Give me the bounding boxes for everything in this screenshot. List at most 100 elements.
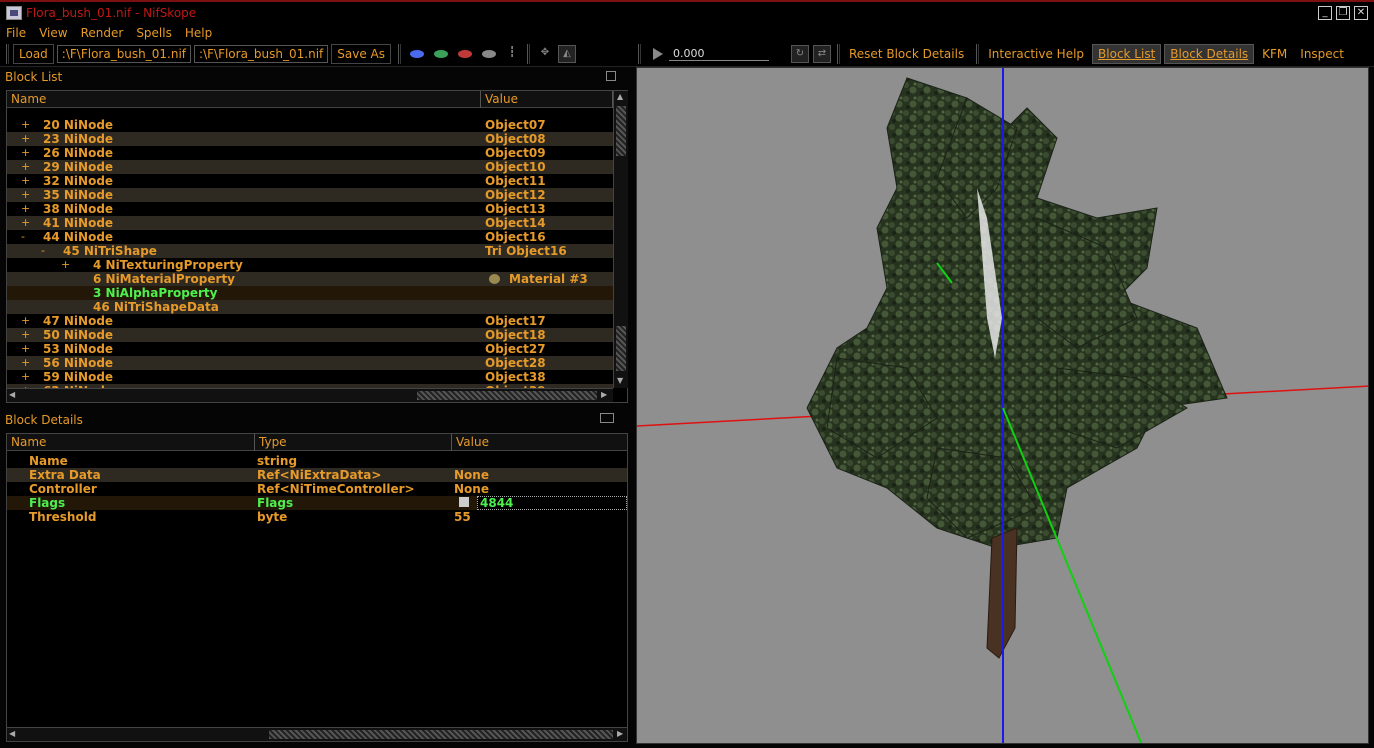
- block-value: Object10: [485, 160, 546, 174]
- block-name: 59 NiNode: [43, 370, 114, 384]
- perspective-icon[interactable]: ◭: [558, 44, 576, 63]
- loop-icon[interactable]: ↻: [791, 44, 809, 63]
- details-row[interactable]: Name string: [7, 454, 627, 468]
- interactive-help-button[interactable]: Interactive Help: [983, 45, 1089, 63]
- view-front-icon[interactable]: [410, 49, 424, 58]
- details-row[interactable]: Threshold byte 55: [7, 510, 627, 524]
- menu-view[interactable]: View: [39, 26, 67, 40]
- menu-render[interactable]: Render: [81, 26, 124, 40]
- block-name: 29 NiNode: [43, 160, 114, 174]
- reset-block-details-button[interactable]: Reset Block Details: [844, 45, 969, 63]
- expand-icon[interactable]: +: [21, 160, 30, 174]
- menu-help[interactable]: Help: [185, 26, 212, 40]
- block-name: 53 NiNode: [43, 342, 114, 356]
- details-row[interactable]: Controller Ref<NiTimeController> None: [7, 482, 627, 496]
- save-as-button[interactable]: Save As: [331, 43, 391, 64]
- block-list-row[interactable]: +59 NiNode Object38: [7, 370, 613, 384]
- details-row[interactable]: Flags Flags 4844: [7, 496, 627, 510]
- block-list-row[interactable]: - 44 NiNode Object16: [7, 230, 613, 244]
- block-list-hscroll[interactable]: ◀ ▶: [7, 388, 613, 402]
- block-list-title: Block List: [5, 70, 63, 84]
- walk-icon[interactable]: ┇: [503, 45, 521, 63]
- block-list-row[interactable]: +35 NiNode Object12: [7, 188, 613, 202]
- view-top-icon[interactable]: [458, 49, 472, 58]
- block-list-row[interactable]: 46 NiTriShapeData: [7, 300, 613, 314]
- block-list-row[interactable]: +23 NiNode Object08: [7, 132, 613, 146]
- view-user-icon[interactable]: [482, 49, 496, 58]
- flags-icon[interactable]: [459, 497, 469, 507]
- details-name: Name: [29, 454, 68, 468]
- load-button[interactable]: Load: [13, 43, 54, 64]
- expand-icon[interactable]: +: [21, 202, 30, 216]
- block-list-row[interactable]: +20 NiNode Object07: [7, 118, 613, 132]
- inspect-button[interactable]: Inspect: [1295, 45, 1349, 63]
- col-value-header[interactable]: Value: [481, 91, 613, 108]
- menu-file[interactable]: File: [6, 26, 26, 40]
- block-list-row[interactable]: 3 NiAlphaProperty: [7, 286, 613, 300]
- expand-icon[interactable]: +: [21, 146, 30, 160]
- block-list-row[interactable]: - 45 NiTriShape Tri Object16: [7, 244, 613, 258]
- block-name: 45 NiTriShape: [63, 244, 157, 258]
- save-path-input[interactable]: :\F\Flora_bush_01.nif: [194, 44, 329, 63]
- switch-icon[interactable]: ⇄: [813, 44, 831, 63]
- block-list-row[interactable]: +53 NiNode Object27: [7, 342, 613, 356]
- col-name-header[interactable]: Name: [7, 91, 481, 108]
- menu-spells[interactable]: Spells: [136, 26, 172, 40]
- expand-icon[interactable]: +: [21, 174, 30, 188]
- details-value[interactable]: 4844: [477, 496, 627, 510]
- block-list-vscroll[interactable]: ▲ ▼: [613, 91, 628, 388]
- block-list-row[interactable]: +41 NiNode Object14: [7, 216, 613, 230]
- block-list-row[interactable]: +47 NiNode Object17: [7, 314, 613, 328]
- details-col-name[interactable]: Name: [7, 434, 255, 451]
- block-list-row[interactable]: 6 NiMaterialProperty Material #3: [7, 272, 613, 286]
- block-list-toggle[interactable]: Block List: [1092, 43, 1162, 64]
- load-path-input[interactable]: :\F\Flora_bush_01.nif: [56, 44, 192, 63]
- expand-icon[interactable]: +: [21, 356, 30, 370]
- block-details-toggle[interactable]: Block Details: [1164, 43, 1255, 64]
- expand-icon[interactable]: +: [21, 132, 30, 146]
- play-icon[interactable]: [653, 47, 663, 60]
- expand-icon[interactable]: +: [21, 188, 30, 202]
- expand-icon[interactable]: +: [21, 370, 30, 384]
- block-value: Object13: [485, 202, 546, 216]
- dock-float-icon-2[interactable]: [600, 413, 614, 423]
- block-list-row[interactable]: +50 NiNode Object18: [7, 328, 613, 342]
- details-value[interactable]: 55: [454, 510, 471, 524]
- block-list-row[interactable]: +32 NiNode Object11: [7, 174, 613, 188]
- collapse-icon[interactable]: -: [21, 230, 25, 244]
- block-value: Object16: [485, 230, 546, 244]
- view-side-icon[interactable]: [434, 49, 448, 58]
- details-value[interactable]: None: [454, 468, 489, 482]
- expand-icon[interactable]: +: [61, 258, 70, 272]
- block-list-row[interactable]: +56 NiNode Object28: [7, 356, 613, 370]
- expand-icon[interactable]: +: [21, 118, 30, 132]
- block-list-row[interactable]: +4 NiTexturingProperty: [7, 258, 613, 272]
- details-value[interactable]: None: [454, 482, 489, 496]
- restore-icon[interactable]: ❐: [1336, 6, 1350, 20]
- expand-icon[interactable]: +: [21, 216, 30, 230]
- block-value: Object14: [485, 216, 546, 230]
- dock-float-icon[interactable]: [606, 71, 616, 81]
- block-value: Object18: [485, 328, 546, 342]
- block-value: Object27: [485, 342, 546, 356]
- block-name: 44 NiNode: [43, 230, 114, 244]
- render-viewport[interactable]: [636, 67, 1369, 744]
- block-list-row[interactable]: +26 NiNode Object09: [7, 146, 613, 160]
- axes-icon[interactable]: ✥: [536, 45, 554, 63]
- block-list-row[interactable]: +29 NiNode Object10: [7, 160, 613, 174]
- block-name: 20 NiNode: [43, 118, 114, 132]
- collapse-icon[interactable]: -: [41, 244, 45, 258]
- block-details-hscroll[interactable]: ◀ ▶: [7, 727, 627, 741]
- details-col-value[interactable]: Value: [452, 434, 627, 451]
- time-slider[interactable]: 0.000: [669, 47, 769, 61]
- kfm-button[interactable]: KFM: [1257, 45, 1292, 63]
- expand-icon[interactable]: +: [21, 314, 30, 328]
- block-details-panel: Name Type Value Name string Extra Data Ref<…: [6, 433, 628, 742]
- minimize-icon[interactable]: _: [1318, 6, 1332, 20]
- close-icon[interactable]: ✕: [1354, 6, 1368, 20]
- details-row[interactable]: Extra Data Ref<NiExtraData> None: [7, 468, 627, 482]
- details-col-type[interactable]: Type: [255, 434, 452, 451]
- block-list-row[interactable]: +38 NiNode Object13: [7, 202, 613, 216]
- expand-icon[interactable]: +: [21, 342, 30, 356]
- expand-icon[interactable]: +: [21, 328, 30, 342]
